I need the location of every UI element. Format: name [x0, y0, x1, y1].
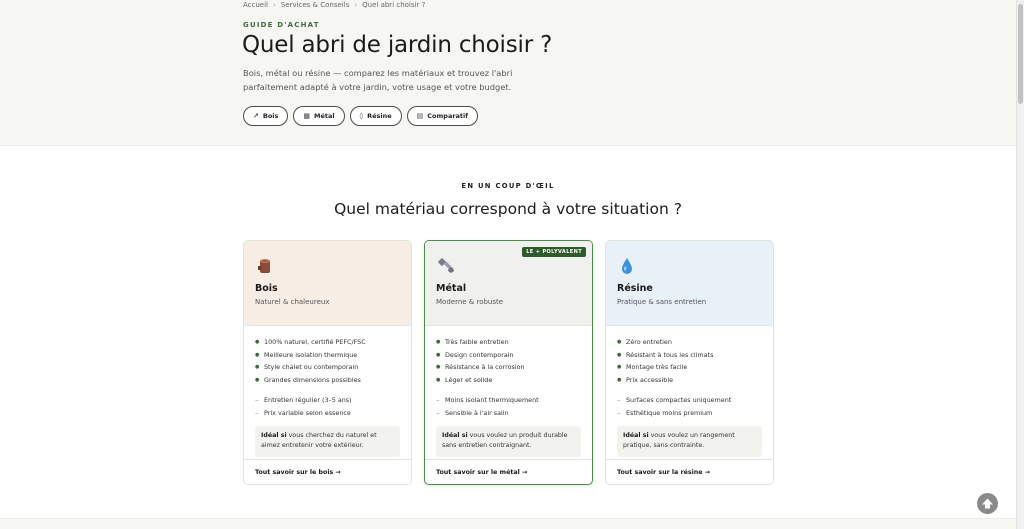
card-title: Résine: [617, 283, 653, 294]
pro-item: ● Résistant à tous les climats: [617, 349, 762, 362]
cons-list: – Entretien régulier (3–5 ans) – Prix vari…: [244, 394, 411, 419]
ideal-box: Idéal si vous voulez un produit durable …: [436, 425, 581, 457]
pro-item: ● Style chalet ou contemporain: [255, 361, 400, 374]
chip-resin[interactable]: ◊ Résine: [349, 106, 402, 126]
bolt-nut-icon: [438, 258, 454, 273]
scrollbar-thumb[interactable]: [1018, 4, 1023, 104]
card-header: Résine Pratique & sans entretien: [606, 241, 773, 326]
bullet-icon: ●: [436, 339, 441, 345]
breadcrumb-separator: ›: [273, 1, 276, 9]
bullet-icon: ●: [255, 351, 260, 358]
dash-icon: –: [617, 408, 621, 417]
page-scrollbar[interactable]: [1016, 0, 1024, 529]
chip-wood[interactable]: ↗ Bois: [243, 106, 289, 126]
card-metal: Métal Moderne & robuste LE + POLYVALENT …: [424, 240, 593, 485]
bullet-icon: ●: [436, 376, 441, 383]
bullet-icon: ●: [436, 364, 441, 371]
material-cards: Bois Naturel & chaleureux ● 100% naturel,…: [243, 240, 774, 485]
chip-label: Comparatif: [427, 112, 469, 120]
pro-item: ● Meilleure isolation thermique: [255, 349, 400, 362]
resin-learn-more-link[interactable]: Tout savoir sur la résine →: [606, 459, 773, 484]
droplet-chip-icon: ◊: [359, 112, 364, 120]
chip-label: Résine: [367, 112, 392, 120]
metal-learn-more-link[interactable]: Tout savoir sur le métal →: [425, 459, 592, 484]
chip-metal[interactable]: ▦ Métal: [293, 106, 345, 126]
chip-comparison[interactable]: ▤ Comparatif: [406, 106, 479, 126]
pro-item: ● 100% naturel, certifié PEFC/FSC: [255, 336, 400, 349]
breadcrumb-current: Quel abri choisir ?: [362, 1, 426, 9]
card-wood: Bois Naturel & chaleureux ● 100% naturel,…: [243, 240, 412, 485]
chip-label: Bois: [262, 112, 279, 120]
water-drop-icon: [622, 258, 632, 274]
pro-item: ● Design contemporain: [436, 349, 581, 362]
card-title: Métal: [436, 283, 467, 294]
page-title: Quel abri de jardin choisir ?: [242, 32, 553, 58]
pro-item: ● Prix accessible: [617, 374, 762, 387]
section-eyebrow: EN UN COUP D'ŒIL: [461, 182, 555, 190]
hero-section: Accueil › Services & Conseils › Quel abr…: [0, 0, 1016, 146]
pro-item: ● Résistance à la corrosion: [436, 361, 581, 374]
table-chip-icon: ▤: [416, 112, 424, 120]
pros-list: ● Zéro entretien ● Résistant à tous les cl…: [606, 336, 773, 386]
bullet-icon: ●: [436, 351, 441, 358]
con-item: – Surfaces compactes uniquement: [617, 394, 762, 407]
pros-list: ● Très faible entretien ● Design contempor…: [425, 336, 592, 386]
card-resin: Résine Pratique & sans entretien ● Zéro e…: [605, 240, 774, 485]
bullet-icon: ●: [255, 376, 260, 383]
con-item: – Entretien régulier (3–5 ans): [255, 394, 400, 407]
pro-item: ● Léger et solide: [436, 374, 581, 387]
pros-list: ● 100% naturel, certifié PEFC/FSC ● Meille…: [244, 336, 411, 386]
breadcrumb-separator: ›: [354, 1, 358, 9]
wood-chip-icon: ↗: [253, 112, 259, 120]
pro-item: ● Montage très facile: [617, 361, 762, 374]
bullet-icon: ●: [255, 364, 260, 371]
con-item: – Moins isolant thermiquement: [436, 394, 581, 407]
hero-eyebrow: GUIDE D'ACHAT: [243, 21, 320, 29]
dash-icon: –: [436, 408, 440, 417]
wood-log-icon: [258, 259, 270, 273]
con-item: – Esthétique moins premium: [617, 407, 762, 420]
dash-icon: –: [255, 408, 259, 417]
pro-item: ● Grandes dimensions possibles: [255, 374, 400, 387]
dash-icon: –: [436, 396, 440, 405]
breadcrumb-home[interactable]: Accueil: [243, 1, 268, 9]
bullet-icon: ●: [617, 364, 622, 371]
card-subtitle: Moderne & robuste: [436, 298, 504, 306]
most-versatile-badge: LE + POLYVALENT: [522, 247, 586, 257]
ideal-box: Idéal si vous voulez un rangement pratiq…: [617, 425, 762, 457]
next-section-edge: [0, 518, 1016, 529]
pro-item: ● Zéro entretien: [617, 336, 762, 349]
arrow-up-icon: [982, 498, 993, 509]
bullet-icon: ●: [255, 339, 260, 345]
con-item: – Prix variable selon essence: [255, 407, 400, 420]
cons-list: – Surfaces compactes uniquement – Esthétiq…: [606, 394, 773, 419]
card-title: Bois: [255, 283, 278, 294]
ideal-box: Idéal si vous cherchez du naturel et aim…: [255, 425, 400, 457]
pro-item: ● Très faible entretien: [436, 336, 581, 349]
bullet-icon: ●: [617, 351, 622, 358]
back-to-top-button[interactable]: [977, 493, 998, 514]
breadcrumb: Accueil › Services & Conseils › Quel abr…: [243, 1, 425, 9]
bullet-icon: ●: [617, 339, 622, 345]
metal-chip-icon: ▦: [303, 112, 311, 120]
hero-intro: Bois, métal ou résine — comparez les mat…: [243, 68, 513, 92]
wood-learn-more-link[interactable]: Tout savoir sur le bois →: [244, 459, 411, 484]
card-header: Bois Naturel & chaleureux: [244, 241, 411, 326]
dash-icon: –: [255, 396, 259, 405]
con-item: – Sensible à l'air salin: [436, 407, 581, 420]
breadcrumb-services[interactable]: Services & Conseils: [281, 1, 350, 9]
material-chips: ↗ Bois ▦ Métal ◊ Résine ▤ Comparatif: [243, 106, 479, 126]
section-title: Quel matériau correspond à votre situati…: [334, 200, 682, 218]
bullet-icon: ●: [617, 376, 622, 383]
dash-icon: –: [617, 396, 621, 405]
card-subtitle: Naturel & chaleureux: [255, 298, 330, 306]
cons-list: – Moins isolant thermiquement – Sensible à…: [425, 394, 592, 419]
chip-label: Métal: [314, 112, 335, 120]
card-subtitle: Pratique & sans entretien: [617, 298, 707, 306]
